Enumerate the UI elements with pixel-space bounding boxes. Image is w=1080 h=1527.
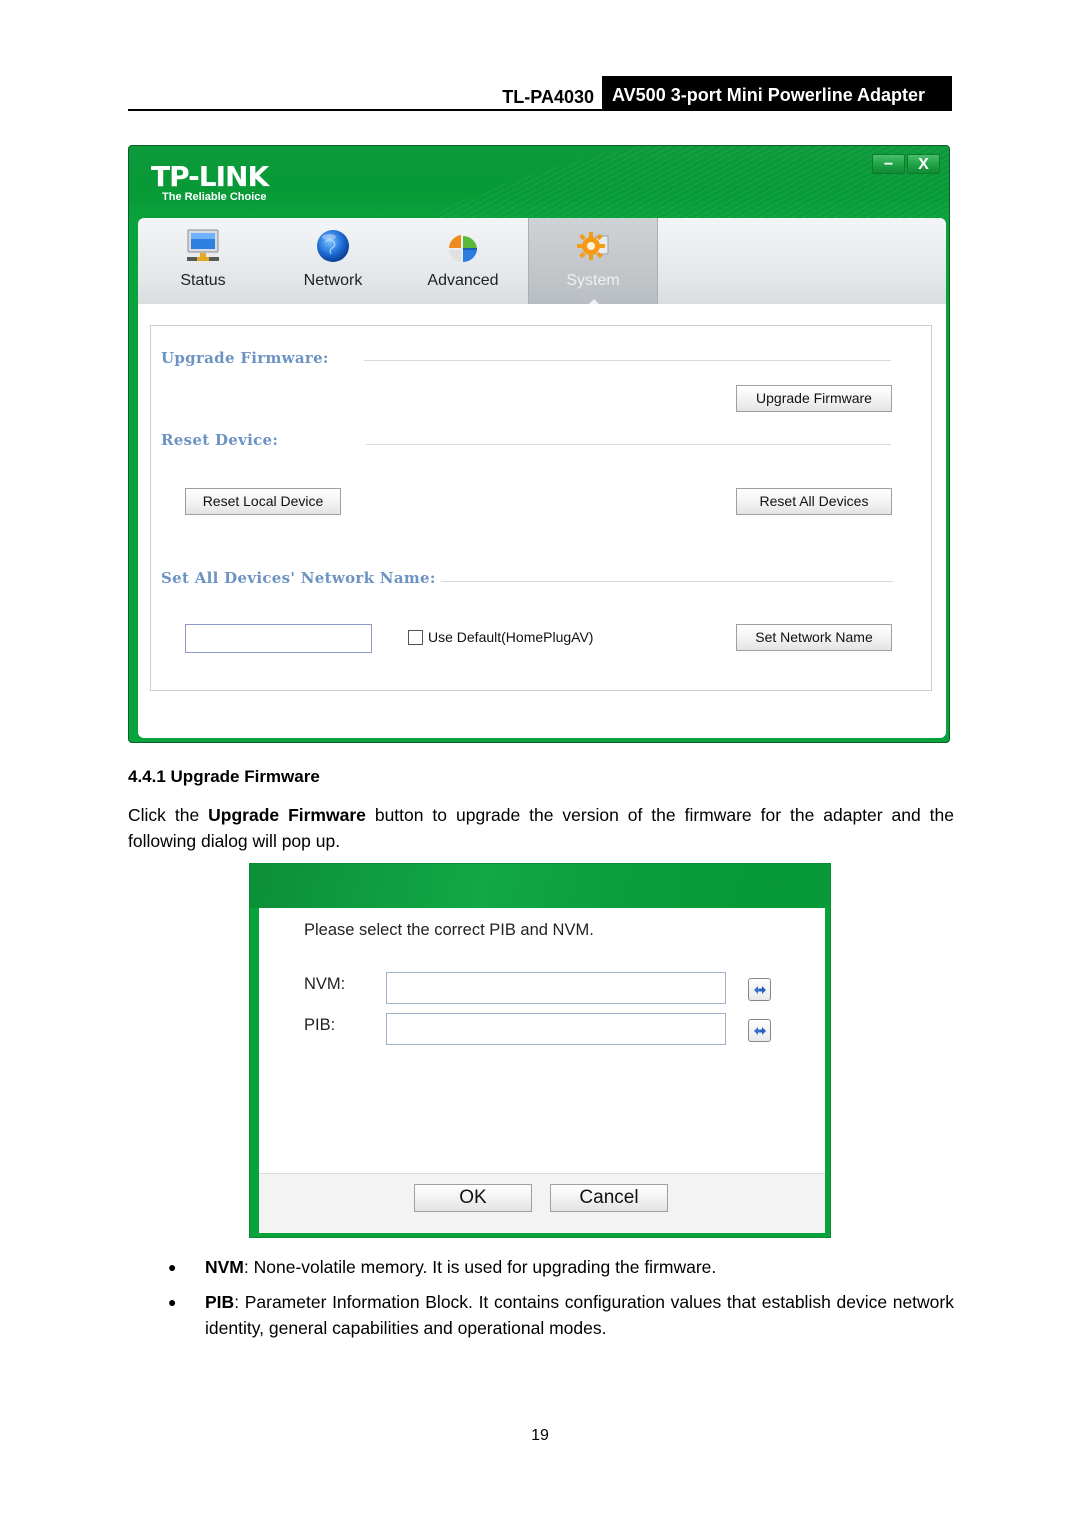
tplink-utility-window: TP-LINK The Reliable Choice − X Status N… — [128, 145, 950, 743]
section-divider — [441, 581, 893, 582]
bullet-icon: ● — [168, 1259, 177, 1275]
model-name: TL-PA4030 — [502, 87, 594, 107]
tab-label: Status — [180, 272, 226, 289]
minimize-button[interactable]: − — [872, 154, 905, 174]
intro-bold-term: Upgrade Firmware — [208, 805, 366, 825]
pib-browse-button[interactable] — [748, 1019, 771, 1042]
intro-paragraph: Click the Upgrade Firmware button to upg… — [128, 802, 954, 854]
tab-network[interactable]: Network — [268, 218, 398, 304]
reset-all-devices-button[interactable]: Reset All Devices — [736, 488, 892, 515]
dialog-body: Please select the correct PIB and NVM. N… — [259, 908, 825, 1173]
section-divider — [364, 360, 891, 361]
dialog-prompt: Please select the correct PIB and NVM. — [304, 921, 594, 939]
close-button[interactable]: X — [907, 154, 940, 174]
term: NVM — [205, 1257, 244, 1277]
bullet-icon: ● — [168, 1294, 177, 1310]
use-default-label: Use Default(HomePlugAV) — [428, 629, 594, 645]
title-bar: TP-LINK The Reliable Choice − X — [129, 146, 949, 220]
definition: : None-volatile memory. It is used for u… — [243, 1257, 717, 1277]
upgrade-firmware-button[interactable]: Upgrade Firmware — [736, 385, 892, 412]
tab-label: Advanced — [427, 272, 499, 289]
pib-label: PIB: — [304, 1016, 336, 1034]
reset-device-title: Reset Device: — [161, 431, 279, 449]
term: PIB — [205, 1292, 235, 1312]
ok-button[interactable]: OK — [414, 1184, 532, 1212]
page-header: TL-PA4030 AV500 3-port Mini Powerline Ad… — [128, 76, 952, 111]
upgrade-firmware-title: Upgrade Firmware: — [161, 349, 329, 367]
dialog-title-bar — [250, 864, 830, 908]
brand-name: TP-LINK — [151, 160, 269, 193]
pib-input[interactable] — [386, 1013, 726, 1045]
definition: : Parameter Information Block. It contai… — [205, 1292, 954, 1338]
nvm-browse-button[interactable] — [748, 978, 771, 1001]
cancel-button[interactable]: Cancel — [550, 1184, 668, 1212]
tab-label: System — [566, 272, 620, 289]
intro-text: Click the — [128, 805, 209, 825]
nvm-input[interactable] — [386, 972, 726, 1004]
advanced-chart-icon — [449, 235, 477, 263]
browse-file-icon — [754, 1027, 766, 1035]
tab-advanced[interactable]: Advanced — [398, 218, 528, 304]
system-content: Upgrade Firmware: Upgrade Firmware Reset… — [138, 304, 946, 738]
section-heading: 4.4.1 Upgrade Firmware — [128, 767, 320, 786]
system-panel: Upgrade Firmware: Upgrade Firmware Reset… — [150, 325, 932, 691]
decorative-swoosh — [402, 146, 949, 220]
main-toolbar: Status Network Advanced System — [138, 218, 946, 304]
brand-tagline: The Reliable Choice — [162, 191, 267, 203]
tab-label: Network — [303, 272, 363, 289]
dialog-footer: OK Cancel — [259, 1173, 825, 1233]
product-name: AV500 3-port Mini Powerline Adapter — [602, 76, 952, 111]
firmware-dialog: Please select the correct PIB and NVM. N… — [249, 863, 831, 1238]
monitor-icon — [187, 229, 219, 261]
tplink-logo: TP-LINK The Reliable Choice — [151, 160, 269, 204]
globe-icon — [317, 230, 349, 262]
list-item-pib: ● PIB: Parameter Information Block. It c… — [128, 1289, 954, 1341]
set-network-name-button[interactable]: Set Network Name — [736, 624, 892, 651]
tab-status[interactable]: Status — [138, 218, 268, 304]
definition-list: ● NVM: None-volatile memory. It is used … — [128, 1254, 954, 1350]
use-default-checkbox[interactable] — [408, 630, 423, 645]
gear-icon — [577, 232, 609, 260]
tab-system[interactable]: System — [528, 218, 658, 304]
page-number: 19 — [531, 1427, 549, 1444]
nvm-label: NVM: — [304, 975, 346, 993]
list-item-nvm: ● NVM: None-volatile memory. It is used … — [128, 1254, 954, 1280]
section-divider — [366, 444, 891, 445]
browse-file-icon — [754, 986, 766, 994]
network-name-title: Set All Devices' Network Name: — [161, 569, 436, 587]
network-name-input[interactable] — [185, 624, 372, 653]
reset-local-device-button[interactable]: Reset Local Device — [185, 488, 341, 515]
